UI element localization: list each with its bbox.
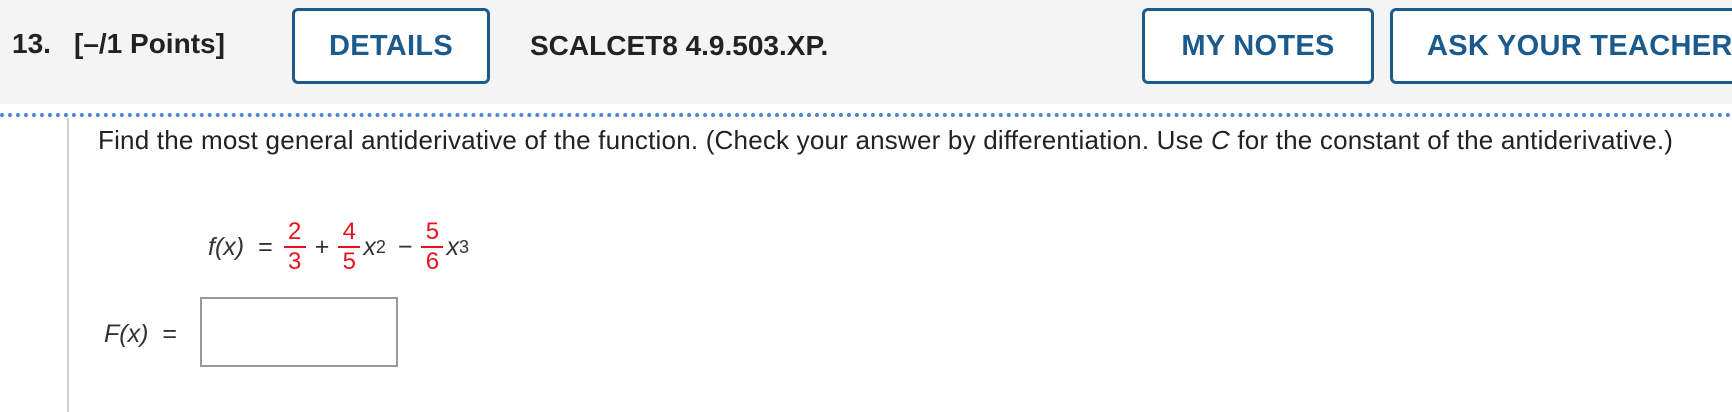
fraction-2-numerator: 4 xyxy=(342,218,356,245)
question-points: [–/1 Points] xyxy=(74,28,225,59)
term-3-variable: x xyxy=(446,232,459,261)
answer-equals: = xyxy=(162,320,177,348)
question-code: SCALCET8 4.9.503.XP. xyxy=(530,30,829,61)
fraction-1-numerator: 2 xyxy=(288,218,302,245)
function-formula: f(x) = 2 3 + 4 5 x2 − 5 6 x3 xyxy=(208,212,469,282)
my-notes-button[interactable]: MY NOTES xyxy=(1142,8,1374,84)
header-divider xyxy=(0,113,1732,117)
fraction-3: 5 6 xyxy=(421,218,444,275)
question-prompt: Find the most general antiderivative of … xyxy=(98,121,1698,159)
answer-input[interactable] xyxy=(200,297,398,367)
term-3-exponent: 3 xyxy=(458,236,469,257)
constant-symbol: C xyxy=(1210,125,1230,155)
fraction-1: 2 3 xyxy=(283,218,306,275)
fraction-3-numerator: 5 xyxy=(425,218,440,245)
formula-plus: + xyxy=(314,232,330,261)
fraction-2: 4 5 xyxy=(338,218,361,275)
answer-label: F(x) = xyxy=(104,320,177,349)
formula-minus: − xyxy=(397,232,413,261)
formula-equals: = xyxy=(258,232,273,261)
fraction-2-denominator: 5 xyxy=(342,248,356,275)
details-button[interactable]: DETAILS xyxy=(292,8,490,84)
answer-function-name: F(x) xyxy=(104,320,149,348)
question-number: 13. xyxy=(12,28,51,59)
ask-your-teacher-button[interactable]: ASK YOUR TEACHER xyxy=(1390,8,1732,84)
fraction-3-denominator: 6 xyxy=(425,248,440,275)
left-margin-rule xyxy=(67,118,69,412)
term-2-exponent: 2 xyxy=(375,236,386,257)
prompt-text-start: Find the most general antiderivative of … xyxy=(98,125,1211,155)
prompt-text-end: for the constant of the antiderivative.) xyxy=(1229,125,1674,155)
term-2-variable: x xyxy=(363,232,376,261)
function-lhs: f(x) xyxy=(208,232,245,261)
fraction-1-denominator: 3 xyxy=(288,248,302,275)
question-header: 13. [–/1 Points] DETAILS SCALCET8 4.9.50… xyxy=(0,0,1732,104)
